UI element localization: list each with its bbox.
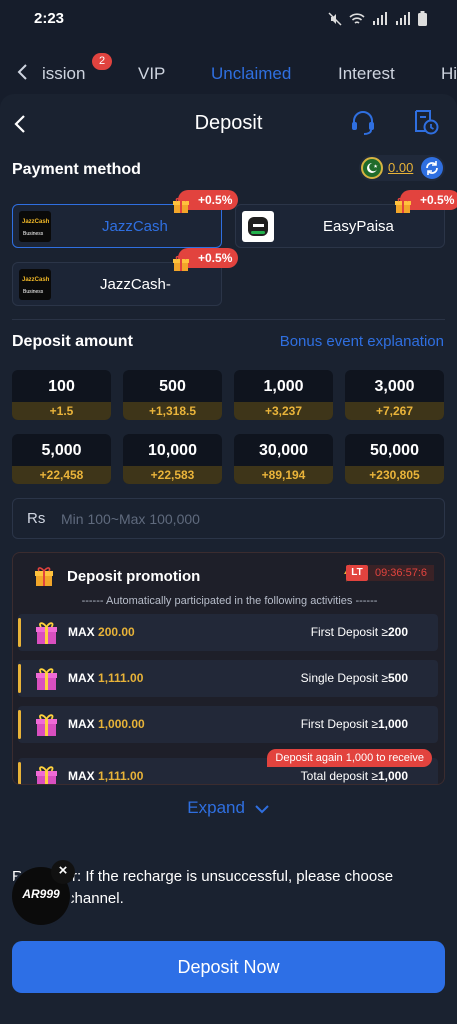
jazzcash-logo: JazzCash Business	[19, 269, 51, 300]
tab-history[interactable]: Hi	[441, 64, 457, 84]
wifi-icon	[349, 12, 365, 24]
amount-placeholder: Min 100~Max 100,000	[61, 511, 200, 527]
logo-text: AR999	[22, 887, 60, 901]
bonus-event-link[interactable]: Bonus event explanation	[280, 333, 444, 350]
refresh-icon[interactable]	[420, 156, 444, 180]
expand-label: Expand	[187, 798, 245, 817]
chevron-down-icon	[254, 804, 269, 813]
chevron-left-icon[interactable]	[16, 63, 28, 81]
payment-method-title: Payment method	[12, 161, 141, 178]
timer-badge: LT	[346, 565, 368, 581]
amount-value: 100	[48, 378, 75, 395]
tab-unclaimed[interactable]: Unclaimed	[211, 64, 291, 84]
signal-icon-2	[396, 11, 410, 25]
close-icon[interactable]: ×	[51, 860, 75, 884]
payment-method-label: JazzCash-	[100, 276, 171, 293]
amount-input[interactable]: Rs Min 100~Max 100,000	[12, 498, 445, 539]
page-title: Deposit	[194, 112, 263, 134]
mute-icon	[328, 11, 342, 26]
signal-icon	[373, 11, 387, 25]
payment-method-label: JazzCash	[102, 218, 168, 235]
gift-icon	[36, 622, 57, 644]
promotion-title: Deposit promotion	[67, 568, 201, 585]
payment-method-jazzcash[interactable]: JazzCash Business JazzCash	[12, 204, 222, 248]
easypaisa-logo	[242, 211, 274, 242]
gift-icon	[173, 197, 189, 213]
amount-value: 3,000	[374, 378, 415, 395]
payment-method-jazzcash-2[interactable]: JazzCash Business JazzCash-	[12, 262, 222, 306]
gift-icon	[35, 567, 53, 586]
divider	[12, 319, 445, 320]
status-bar: 2:23	[0, 0, 457, 38]
promotion-row[interactable]: MAX 200.00 First Deposit ≥200	[18, 614, 438, 651]
jazzcash-logo: JazzCash Business	[19, 211, 51, 242]
gift-icon	[36, 714, 57, 736]
promotion-row[interactable]: MAX 1,000.00 First Deposit ≥1,000	[18, 706, 438, 743]
amount-option-3000[interactable]: 3,000 +7,267	[345, 370, 444, 420]
amount-value: 50,000	[370, 442, 419, 459]
battery-icon	[418, 11, 427, 26]
amount-option-50000[interactable]: 50,000 +230,805	[345, 434, 444, 484]
amount-value: 10,000	[148, 442, 197, 459]
tab-mission[interactable]: ission	[42, 64, 85, 84]
expand-button[interactable]: Expand	[0, 798, 457, 818]
promotion-subtitle: ------ Automatically participated in the…	[81, 595, 378, 607]
pakistan-flag-icon	[361, 157, 383, 179]
top-tabs: ission VIP Unclaimed Interest Hi	[0, 48, 457, 98]
amount-bonus: +230,805	[345, 466, 444, 484]
balance-value[interactable]: 0.00	[388, 160, 413, 175]
status-icons	[328, 11, 427, 26]
amount-bonus: +22,583	[123, 466, 222, 484]
amount-bonus: +3,237	[234, 402, 333, 420]
amount-bonus: +1.5	[12, 402, 111, 420]
deposit-sheet: Deposit Payment method 0.00 JazzCash Bus…	[0, 94, 457, 1024]
gift-icon	[36, 668, 57, 690]
deposit-now-button[interactable]: Deposit Now	[12, 941, 445, 993]
status-time: 2:23	[34, 10, 65, 27]
gift-icon	[173, 255, 189, 271]
promotion-timer: LT 09:36:57:6	[344, 564, 434, 582]
payment-method-easypaisa[interactable]: EasyPaisa	[235, 204, 445, 248]
deposit-amount-title: Deposit amount	[12, 333, 133, 350]
tab-vip[interactable]: VIP	[138, 64, 165, 84]
balance-display: 0.00	[359, 155, 445, 181]
amount-option-30000[interactable]: 30,000 +89,194	[234, 434, 333, 484]
amount-value: 1,000	[263, 378, 304, 395]
gift-icon	[395, 197, 411, 213]
amount-option-10000[interactable]: 10,000 +22,583	[123, 434, 222, 484]
customer-service-icon[interactable]	[349, 108, 377, 136]
currency-label: Rs	[27, 510, 46, 527]
amount-bonus: +1,318.5	[123, 402, 222, 420]
tab-badge: 2	[92, 53, 112, 70]
amount-value: 500	[159, 378, 186, 395]
amount-option-5000[interactable]: 5,000 +22,458	[12, 434, 111, 484]
amount-bonus: +7,267	[345, 402, 444, 420]
deposit-again-tag: Deposit again 1,000 to receive	[267, 749, 432, 767]
deposit-promotion-panel: Deposit promotion LT 09:36:57:6 ------ A…	[12, 552, 445, 785]
gift-icon	[36, 766, 57, 784]
tab-interest[interactable]: Interest	[338, 64, 395, 84]
amount-option-500[interactable]: 500 +1,318.5	[123, 370, 222, 420]
payment-method-label: EasyPaisa	[323, 218, 394, 235]
deposit-history-icon[interactable]	[412, 108, 440, 136]
amount-bonus: +89,194	[234, 466, 333, 484]
timer-value: 09:36:57:6	[368, 565, 434, 581]
amount-option-100[interactable]: 100 +1.5	[12, 370, 111, 420]
amount-bonus: +22,458	[12, 466, 111, 484]
amount-option-1000[interactable]: 1,000 +3,237	[234, 370, 333, 420]
amount-value: 30,000	[259, 442, 308, 459]
promotion-row[interactable]: MAX 1,111.00 Single Deposit ≥500	[18, 660, 438, 697]
amount-value: 5,000	[41, 442, 82, 459]
